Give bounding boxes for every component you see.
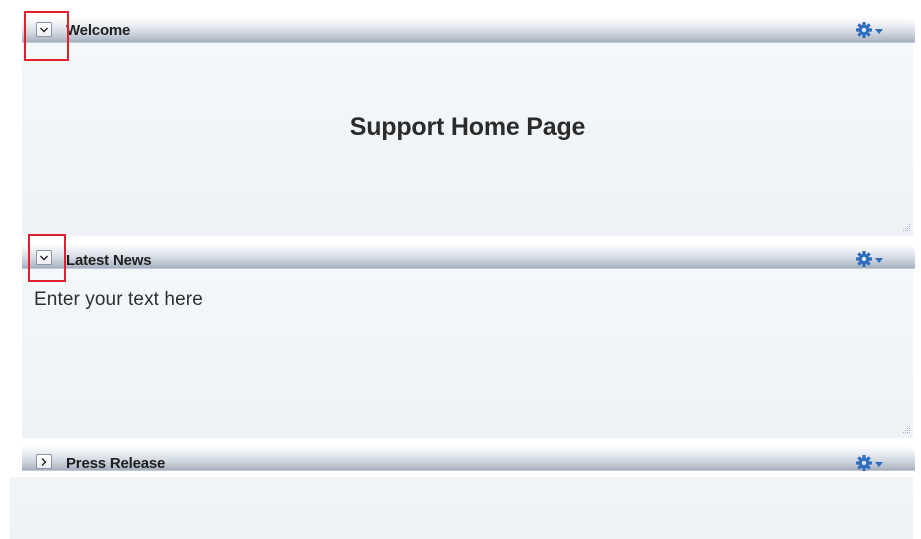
press-release-expand-button[interactable] <box>36 454 52 469</box>
chevron-down-icon <box>40 255 48 260</box>
dropdown-caret-icon <box>875 29 883 34</box>
latest-news-collapse-button[interactable] <box>36 250 52 265</box>
page-bottom-area <box>10 477 913 539</box>
welcome-panel-header: Welcome <box>22 18 915 42</box>
welcome-resize-grip-icon[interactable] <box>902 223 911 232</box>
welcome-heading: Support Home Page <box>349 113 586 141</box>
press-release-panel-menu-button[interactable] <box>855 454 889 472</box>
latest-news-resize-grip-icon[interactable] <box>902 425 911 434</box>
gear-icon <box>856 455 883 471</box>
latest-news-panel-header: Latest News <box>22 244 915 269</box>
chevron-down-icon <box>40 27 48 32</box>
latest-news-panel-title: Latest News <box>66 252 152 269</box>
chevron-right-icon <box>41 457 47 466</box>
welcome-collapse-button[interactable] <box>36 22 52 37</box>
welcome-panel-menu-button[interactable] <box>855 21 889 39</box>
portal-page: Welcome Support Home Page Latest News En… <box>0 0 921 539</box>
latest-news-content-text[interactable]: Enter your text here <box>34 289 203 311</box>
gear-icon <box>856 251 883 267</box>
press-release-panel-title: Press Release <box>66 455 166 472</box>
press-release-panel-header: Press Release <box>22 446 915 472</box>
welcome-panel-title: Welcome <box>66 22 131 39</box>
gear-icon <box>856 22 883 38</box>
latest-news-panel-menu-button[interactable] <box>855 250 889 268</box>
dropdown-caret-icon <box>875 462 883 467</box>
dropdown-caret-icon <box>875 258 883 263</box>
